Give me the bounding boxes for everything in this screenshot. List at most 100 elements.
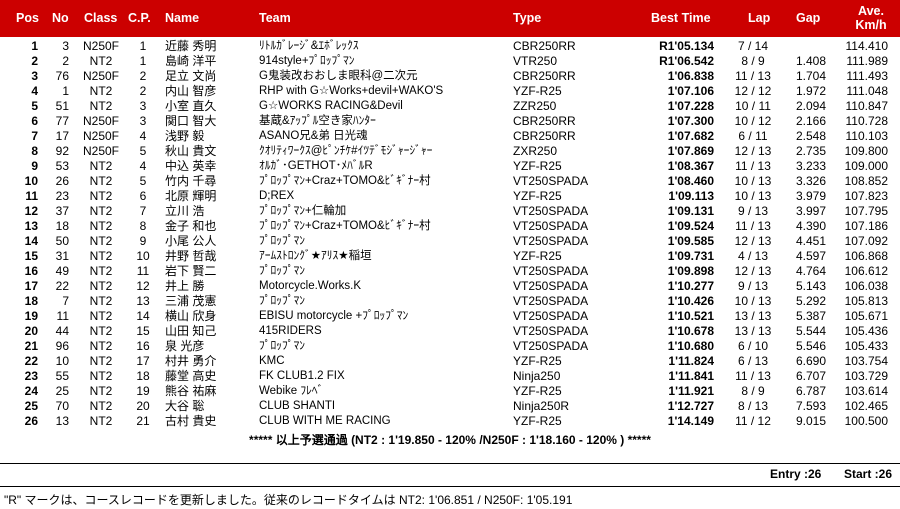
cell-cp: 6	[139, 189, 147, 203]
cell-cp: 19	[136, 384, 150, 398]
cell-team: FK CLUB1.2 FIX	[259, 370, 345, 382]
table-row: 25 70 NT2 20 大谷 聡 CLUB SHANTI Ninja250R 1'12.72…	[0, 399, 900, 414]
cell-lap: 11 / 13	[735, 159, 771, 173]
cell-class: NT2	[89, 219, 113, 233]
cell-gap: 4.390	[795, 219, 826, 233]
cell-team: EBISU motorcycle +ﾌﾟﾛｯﾌﾟﾏﾝ	[259, 310, 409, 322]
cell-lap: 6 / 11	[738, 129, 768, 143]
cell-lap: 10 / 11	[735, 99, 771, 113]
cell-pos: 1	[31, 39, 38, 53]
cell-cp: 4	[139, 129, 147, 143]
cell-class: NT2	[89, 414, 113, 428]
cell-class: NT2	[89, 54, 113, 68]
cell-name: 横山 欣身	[165, 309, 217, 323]
cell-pos: 22	[24, 354, 38, 368]
cell-team: G☆WORKS RACING&Devil	[259, 100, 403, 112]
cell-no: 11	[56, 309, 69, 323]
cell-cp: 14	[136, 309, 150, 323]
cell-name: 井野 哲哉	[165, 249, 217, 263]
cell-lap: 6 / 13	[737, 354, 769, 368]
cell-cp: 2	[139, 69, 147, 83]
cell-best-time: R1'06.542	[659, 54, 714, 68]
results-table-body: 1 3 N250F 1 近藤 秀明 ﾘﾄﾙｶﾞﾚｰｼﾞ&ｴﾎﾞﾚｯｸｽ CBR250RR R1…	[0, 39, 900, 429]
cell-gap: 2.548	[795, 129, 826, 143]
table-row: 21 96 NT2 16 泉 光彦 ﾌﾟﾛｯﾌﾟﾏﾝ VT250SPADA 1'10.680 6…	[0, 339, 900, 354]
table-row: 2 2 NT2 1 島崎 洋平 914style+ﾌﾟﾛｯﾌﾟﾏﾝ VTR250 R1'06.…	[0, 54, 900, 69]
cell-gap: 9.015	[795, 414, 826, 428]
cell-ave-speed: 114.410	[845, 39, 889, 53]
cell-team: ﾌﾟﾛｯﾌﾟﾏﾝ	[259, 265, 305, 277]
cell-best-time: 1'07.106	[667, 84, 714, 98]
table-row: 3 76 N250F 2 足立 文尚 G鬼装改おおしま眼科@二次元 CBR250RR 1'06…	[0, 69, 900, 84]
cell-pos: 5	[31, 99, 38, 113]
cell-gap: 2.166	[795, 114, 826, 128]
cell-no: 22	[55, 279, 69, 293]
cell-ave-speed: 107.823	[844, 189, 888, 203]
cell-ave-speed: 100.500	[844, 414, 888, 428]
cell-best-time: 1'11.824	[668, 354, 714, 368]
table-row: 11 23 NT2 6 北原 輝明 D;REX YZF-R25 1'09.113 10 / 13…	[0, 189, 900, 204]
table-row: 12 37 NT2 7 立川 浩ﾌﾟﾛｯﾌﾟﾏﾝ+仁輪加 VT250SPADA 1'09.1…	[0, 204, 900, 219]
cell-lap: 11 / 13	[735, 369, 771, 383]
cell-best-time: R1'05.134	[659, 39, 714, 53]
cell-class: NT2	[89, 234, 113, 248]
results-sheet: Pos No Class C.P. Name Team Type Best Ti…	[0, 0, 900, 509]
cell-name: 関口 智大	[165, 114, 217, 128]
cell-best-time: 1'09.731	[667, 249, 714, 263]
cell-class: N250F	[82, 144, 120, 158]
cell-gap: 5.292	[795, 294, 826, 308]
cell-cp: 2	[139, 84, 147, 98]
cell-class: NT2	[89, 159, 113, 173]
cell-cp: 10	[136, 249, 150, 263]
cell-name: 島崎 洋平	[165, 54, 217, 68]
cell-ave-speed: 106.038	[844, 279, 888, 293]
cell-class: NT2	[89, 369, 113, 383]
cell-best-time: 1'07.228	[667, 99, 714, 113]
cell-class: NT2	[89, 174, 113, 188]
cell-team: ﾌﾟﾛｯﾌﾟﾏﾝ	[259, 235, 305, 247]
cell-cp: 5	[139, 174, 147, 188]
cell-ave-speed: 105.433	[844, 339, 888, 353]
cell-no: 23	[55, 189, 69, 203]
cell-no: 37	[55, 204, 69, 218]
cell-lap: 10 / 13	[734, 189, 772, 203]
table-row: 15 31 NT2 10 井野 哲哉 ｱｰﾑｽﾄﾛﾝｸﾞ★ｱﾘｽ★稲垣 YZF-R25 1'0…	[0, 249, 900, 264]
cell-pos: 17	[24, 279, 38, 293]
cell-no: 92	[55, 144, 69, 158]
cell-no: 76	[55, 69, 69, 83]
cell-no: 50	[55, 234, 69, 248]
cell-no: 96	[55, 339, 69, 353]
cell-lap: 13 / 13	[734, 309, 772, 323]
cell-cp: 17	[136, 354, 150, 368]
cell-no: 10	[55, 354, 69, 368]
cell-ave-speed: 111.493	[846, 69, 888, 83]
cell-class: NT2	[89, 204, 113, 218]
cell-no: 44	[55, 324, 69, 338]
cell-ave-speed: 105.813	[844, 294, 888, 308]
cell-pos: 8	[31, 144, 38, 158]
cell-best-time: 1'11.841	[668, 369, 714, 383]
header-gap: Gap	[796, 11, 821, 25]
cell-cp: 16	[136, 339, 150, 353]
cell-team: 基蔵&ｱｯﾌﾟﾙ空き家ﾊﾝﾀｰ	[259, 115, 376, 127]
table-row: 4 1 NT2 2 内山 智彦 RHP with G☆Works+devil+WAKO'S…	[0, 84, 900, 99]
cell-cp: 9	[139, 234, 147, 248]
cell-cp: 4	[139, 159, 147, 173]
cell-no: 7	[62, 294, 69, 308]
cell-ave-speed: 110.847	[845, 99, 889, 113]
cell-lap: 4 / 13	[737, 249, 769, 263]
table-row: 19 11 NT2 14 横山 欣身 EBISU motorcycle +ﾌﾟﾛｯﾌﾟﾏﾝ…	[0, 309, 900, 324]
cell-cp: 18	[136, 369, 150, 383]
cell-best-time: 1'08.367	[667, 159, 714, 173]
cell-class: NT2	[89, 339, 113, 353]
cell-ave-speed: 107.795	[844, 204, 888, 218]
cell-name: 内山 智彦	[165, 84, 217, 98]
cell-pos: 11	[25, 189, 38, 203]
cell-lap: 11 / 13	[735, 219, 771, 233]
cell-lap: 10 / 12	[734, 114, 772, 128]
header-team: Team	[259, 11, 291, 25]
cell-ave-speed: 107.186	[844, 219, 888, 233]
cell-cp: 13	[136, 294, 150, 308]
cell-gap: 5.544	[795, 324, 826, 338]
cell-gap: 2.094	[795, 99, 826, 113]
